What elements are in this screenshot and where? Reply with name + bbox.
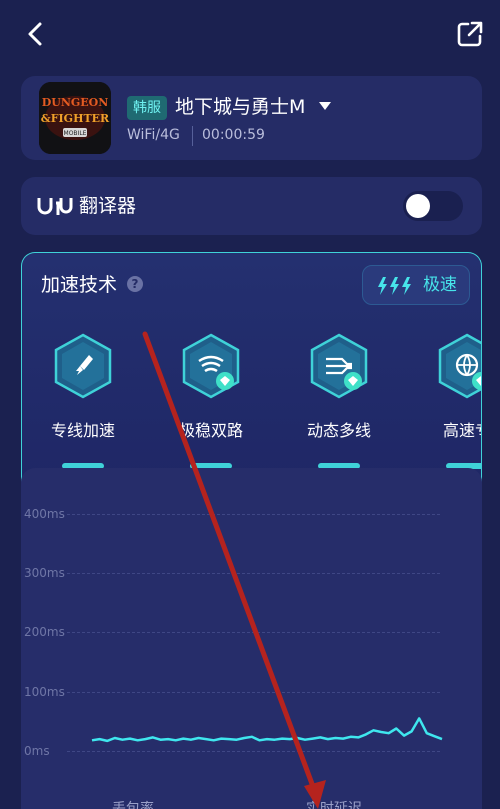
grid-line (67, 573, 440, 574)
feature-multi-line[interactable]: 动态多线 (294, 333, 384, 469)
tab-realtime-latency[interactable]: 实时延迟 (306, 798, 362, 809)
translator-card: 翻译器 (21, 177, 482, 235)
top-bar (0, 0, 500, 66)
feature-label: 动态多线 (306, 421, 371, 440)
feature-dedicated-line[interactable]: 专线加速 (38, 333, 128, 469)
feature-label: 专线加速 (50, 421, 115, 440)
tab-packet-loss[interactable]: 丢包率 (112, 798, 154, 809)
translator-logo-icon (37, 198, 73, 215)
help-icon[interactable]: ? (127, 276, 143, 292)
acceleration-card: 加速技术 ? 极速 专线加速 极稳双路 动态多线 高速 (21, 252, 482, 482)
feature-label: 极稳双路 (178, 421, 243, 440)
rocket-icon (54, 333, 112, 399)
region-badge: 韩服 (127, 96, 167, 120)
speed-mode-button[interactable]: 极速 (362, 265, 470, 305)
translator-label: 翻译器 (79, 195, 137, 217)
grid-line (67, 692, 440, 693)
y-tick-label: 300ms (24, 566, 65, 580)
divider (192, 126, 193, 146)
chevron-left-icon[interactable] (22, 20, 50, 48)
feature-high-speed[interactable]: 高速专 (422, 333, 481, 469)
acceleration-title: 加速技术 (41, 274, 118, 296)
feature-dual-route[interactable]: 极稳双路 (166, 333, 256, 469)
y-tick-label: 100ms (24, 685, 65, 699)
feature-label: 高速专 (442, 421, 481, 440)
game-card[interactable]: DUNGEON &FIGHTER MOBILE 韩服 地下城与勇士M WiFi/… (21, 76, 482, 160)
translator-toggle[interactable] (403, 191, 463, 221)
latency-chart-panel (21, 468, 482, 809)
y-tick-label: 0ms (24, 744, 50, 758)
grid-line (67, 751, 440, 752)
grid-line (67, 632, 440, 633)
dropdown-caret-icon[interactable] (319, 102, 331, 110)
game-logo: DUNGEON &FIGHTER MOBILE (39, 82, 111, 154)
speed-mode-label: 极速 (423, 275, 457, 295)
lightning-bolts-icon (378, 277, 411, 295)
svg-text:&FIGHTER: &FIGHTER (41, 112, 110, 125)
y-tick-label: 200ms (24, 625, 65, 639)
y-tick-label: 400ms (24, 507, 65, 521)
grid-line (67, 514, 440, 515)
globe-icon (438, 333, 481, 399)
svg-text:MOBILE: MOBILE (64, 130, 87, 137)
multi-line-icon (310, 333, 368, 399)
toggle-knob (406, 194, 430, 218)
share-out-icon[interactable] (456, 20, 484, 48)
game-title[interactable]: 地下城与勇士M (175, 93, 305, 121)
svg-text:DUNGEON: DUNGEON (42, 96, 109, 109)
network-type: WiFi/4G (127, 127, 180, 143)
wifi-dual-icon (182, 333, 240, 399)
elapsed-time: 00:00:59 (202, 127, 265, 143)
